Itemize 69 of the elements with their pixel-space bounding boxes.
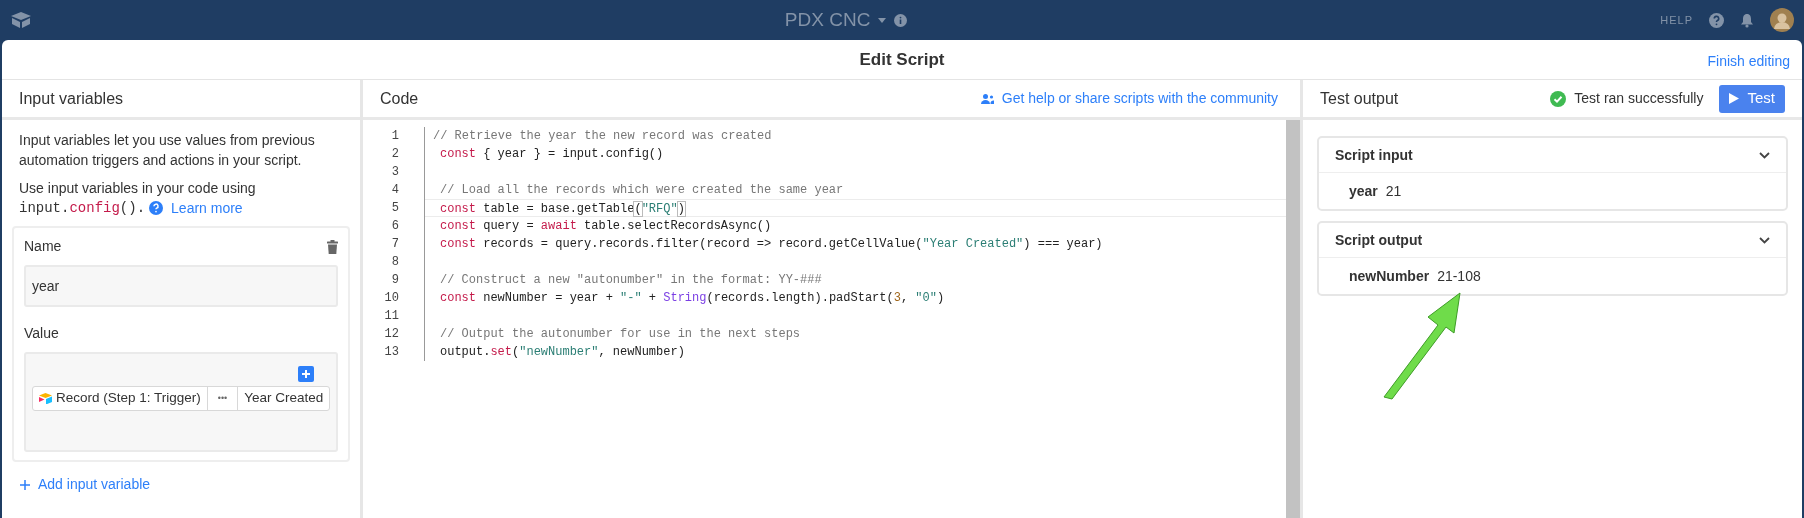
line-number: 12 — [383, 326, 399, 343]
community-link[interactable]: Get help or share scripts with the community — [980, 88, 1278, 109]
field-label: Name — [24, 237, 62, 256]
line-number: 6 — [390, 218, 399, 235]
token-pill[interactable]: Record (Step 1: Trigger) ••• Year Created — [32, 386, 330, 411]
help-link[interactable]: HELP — [1660, 11, 1693, 29]
line-number: 7 — [390, 236, 399, 253]
scrollbar[interactable] — [1286, 120, 1300, 518]
avatar[interactable] — [1770, 8, 1794, 32]
usage-text: Use input variables in your code using — [19, 179, 257, 198]
info-icon[interactable] — [894, 13, 908, 27]
code-line: // Load all the records which were created the same year — [439, 182, 845, 199]
output-value: 21-108 — [1437, 266, 1481, 286]
chevron-icon[interactable] — [1759, 236, 1770, 244]
line-number: 4 — [390, 182, 399, 199]
description-text: Input variables let you use values from previous automation triggers and actions in your script. — [19, 131, 316, 170]
base-name[interactable]: PDX CNC — [784, 5, 871, 35]
field-label: Value — [24, 324, 60, 343]
line-number: 13 — [383, 344, 399, 361]
success-icon — [1550, 90, 1567, 107]
learn-more-link[interactable]: Learn more — [171, 198, 243, 218]
people-icon — [980, 93, 994, 104]
panel-title: Test output — [1320, 88, 1399, 109]
caret-icon[interactable] — [878, 17, 887, 23]
code-line: // Output the autonumber for use in the next steps — [439, 326, 802, 343]
code-line: // Construct a new "autonumber" in the format: YY-### — [439, 272, 823, 289]
line-number: 3 — [390, 164, 399, 181]
add-button[interactable] — [298, 366, 314, 382]
output-key: year — [1349, 180, 1378, 202]
line-number: 11 — [383, 308, 399, 325]
line-number: 1 — [390, 128, 399, 145]
status-text: Test ran successfully — [1574, 89, 1704, 108]
record-icon — [39, 393, 52, 404]
add-variable-link[interactable]: Add input variable — [2, 462, 360, 507]
play-icon — [1729, 93, 1740, 104]
test-button[interactable]: Test — [1719, 84, 1785, 113]
plus-icon — [301, 369, 311, 379]
logo-icon[interactable] — [10, 11, 32, 29]
output-value: 21 — [1385, 181, 1402, 201]
trash-icon[interactable] — [327, 239, 338, 254]
line-number: 10 — [383, 290, 399, 307]
section-title: Script output — [1335, 230, 1423, 250]
dialog-title: Edit Script — [859, 48, 945, 71]
code-line: const { year } = input.config() — [439, 146, 665, 163]
output-key: newNumber — [1349, 265, 1430, 287]
panel-title: Code — [380, 88, 419, 109]
help-icon[interactable] — [149, 201, 164, 215]
line-number: 8 — [390, 254, 399, 271]
panel-title: Input variables — [19, 88, 124, 109]
section-title: Script input — [1335, 145, 1413, 165]
bell-icon[interactable] — [1740, 12, 1754, 28]
chevron-icon[interactable] — [1759, 151, 1770, 159]
line-number: 2 — [390, 146, 399, 163]
token-text: Year Created — [237, 387, 330, 410]
more-text: ••• — [206, 387, 238, 410]
code-snippet: input.config(). — [19, 199, 146, 218]
plus-icon — [20, 479, 30, 490]
code-line: const records = query.records.filter(record => record.getCellValue("Year Created") === year) — [439, 236, 1104, 253]
name-field[interactable]: year — [24, 265, 338, 307]
finish-editing-link[interactable]: Finish editing — [1707, 51, 1790, 72]
code-line: const query = await table.selectRecordsAsync() — [439, 218, 773, 235]
help-icon[interactable] — [1709, 12, 1724, 28]
line-number: 9 — [390, 272, 399, 289]
code-line: // Retrieve the year the new record was created — [432, 128, 773, 145]
value-field[interactable]: Record (Step 1: Trigger) ••• Year Created — [24, 352, 338, 452]
line-number: 5 — [390, 200, 399, 217]
token-text: Record (Step 1: Trigger) — [56, 389, 201, 408]
code-line: output.set("newNumber", newNumber) — [439, 344, 686, 361]
code-line: const newNumber = year + "-" + String(records.length).padStart(3, "0") — [439, 290, 946, 307]
